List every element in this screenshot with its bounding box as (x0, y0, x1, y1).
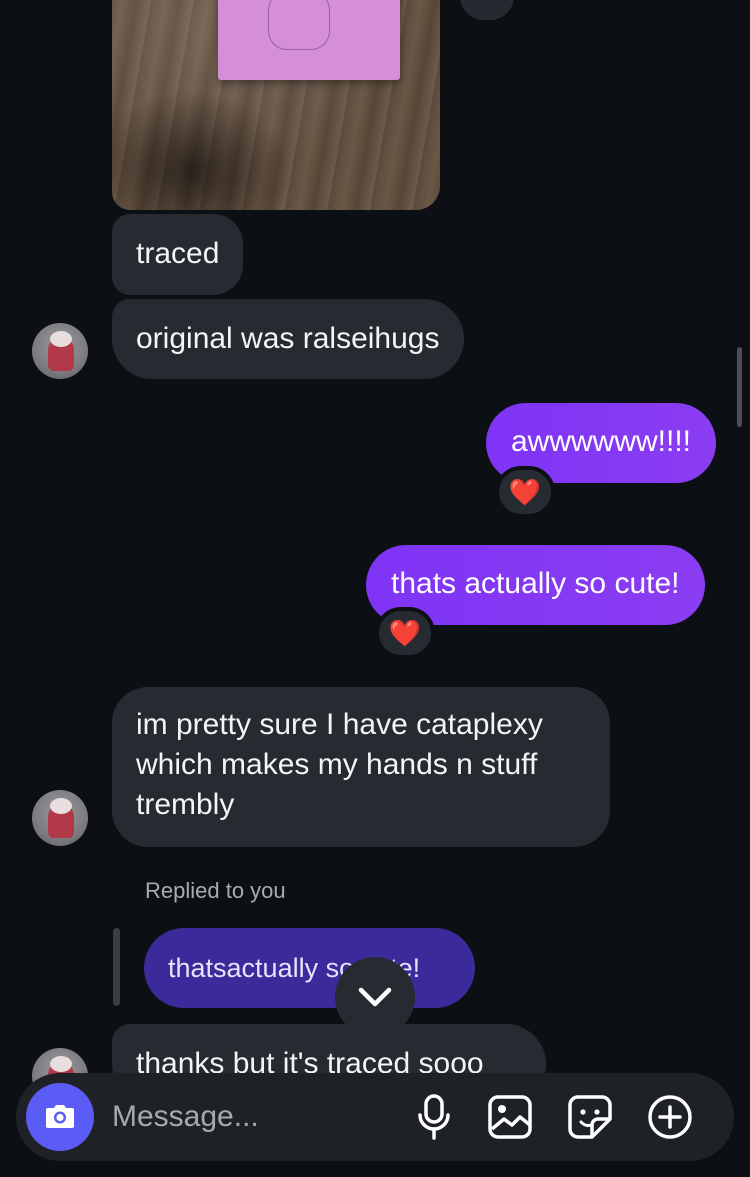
message-text: thats actually so cute! (391, 567, 680, 600)
reply-indicator-line (113, 928, 120, 1006)
reply-label: Replied to you (145, 878, 286, 903)
message-input[interactable] (112, 1095, 392, 1139)
heart-icon: ❤️ (388, 618, 422, 648)
message-bubble-incoming[interactable]: im pretty sure I have cataplexy which ma… (112, 687, 610, 847)
scrollbar[interactable] (737, 347, 742, 427)
replied-message-bubble[interactable]: thatsactually so cute! (144, 928, 475, 1008)
avatar-head (50, 798, 72, 814)
more-options-button[interactable] (644, 1091, 696, 1143)
heart-reaction[interactable]: ❤️ (495, 466, 555, 518)
image-icon (488, 1095, 532, 1139)
shared-photo[interactable] (112, 0, 440, 210)
sticker-icon (568, 1095, 612, 1139)
avatar-head (50, 331, 72, 347)
message-text: original was ralseihugs (136, 322, 440, 355)
avatar[interactable] (32, 323, 88, 379)
microphone-button[interactable] (408, 1091, 460, 1143)
microphone-icon (418, 1094, 450, 1140)
gallery-button[interactable] (484, 1091, 536, 1143)
camera-button[interactable] (26, 1083, 94, 1151)
photo-shadow (112, 90, 292, 210)
scroll-to-bottom-button[interactable] (335, 957, 415, 1037)
message-bubble-incoming[interactable]: traced (112, 214, 244, 295)
photo-drawing (218, 0, 400, 80)
heart-reaction[interactable]: ❤️ (375, 607, 435, 659)
heart-icon: ❤️ (508, 477, 542, 507)
message-text: traced (136, 237, 220, 270)
chevron-down-icon (358, 987, 392, 1007)
sticker-button[interactable] (564, 1091, 616, 1143)
message-text: im pretty sure I have cataplexy which ma… (136, 708, 543, 821)
message-bubble-incoming[interactable]: original was ralseihugs (112, 299, 464, 379)
avatar-head (50, 1056, 72, 1072)
message-text: awwwwww!!!! (511, 425, 692, 458)
camera-icon (46, 1105, 74, 1128)
avatar[interactable] (32, 790, 88, 846)
plus-icon (648, 1095, 692, 1139)
photo-reaction-button[interactable] (456, 0, 518, 24)
